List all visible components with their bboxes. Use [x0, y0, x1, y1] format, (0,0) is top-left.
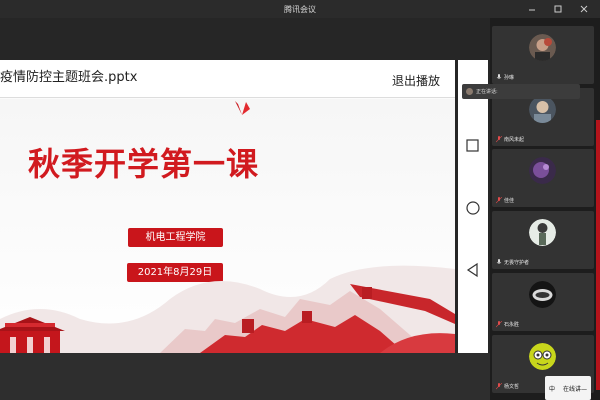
input-method-indicator[interactable]: 中 在线讲—: [545, 376, 591, 400]
participant-name: 杨文哲: [496, 383, 519, 390]
panel-edge-accent: [596, 120, 600, 390]
microphone-muted-icon: [496, 383, 502, 390]
avatar: [529, 157, 556, 184]
great-wall-illustration: [0, 265, 455, 353]
slide-header: 疫情防控主题班会.pptx 退出播放: [0, 60, 455, 98]
avatar: [529, 281, 556, 308]
maximize-icon: [554, 5, 562, 13]
balloon-decoration-icon: [235, 101, 250, 115]
bottom-bar: [0, 353, 490, 400]
window-title: 腾讯会议: [284, 5, 316, 14]
participant-name: 石永胜: [496, 321, 519, 328]
presentation-slide[interactable]: 疫情防控主题班会.pptx 退出播放 秋季开学第一课 机电工程学院 2021年8…: [0, 60, 455, 353]
participant-tile[interactable]: 佳佳: [492, 149, 594, 207]
participants-panel: 孙琳 南风未起 佳佳 无畏守护者 石永胜 杨文哲: [490, 18, 600, 400]
participant-tile[interactable]: 孙琳: [492, 26, 594, 84]
presentation-filename: 疫情防控主题班会.pptx: [0, 70, 138, 85]
circle-icon[interactable]: [465, 200, 481, 216]
participant-name: 南风未起: [496, 136, 524, 143]
window-titlebar: 腾讯会议: [0, 0, 600, 18]
close-icon: [580, 5, 588, 13]
speaker-avatar-icon: [466, 88, 473, 95]
speaking-indicator: 正在讲话:: [462, 84, 580, 99]
participant-name: 孙琳: [496, 74, 514, 81]
minimize-button[interactable]: [520, 2, 544, 16]
window-controls: [520, 2, 596, 16]
slide-main-title: 秋季开学第一课: [28, 145, 260, 183]
slide-side-controls: [458, 60, 488, 353]
participant-tile[interactable]: 无畏守护者: [492, 211, 594, 269]
avatar: [529, 219, 556, 246]
participant-name: 佳佳: [496, 197, 514, 204]
microphone-icon: [496, 74, 502, 79]
avatar: [529, 96, 556, 123]
slide-body: 秋季开学第一课 机电工程学院 2021年8月29日: [0, 99, 455, 353]
minimize-icon: [529, 9, 535, 11]
square-icon[interactable]: [465, 138, 481, 154]
microphone-muted-icon: [496, 197, 502, 204]
participant-tile[interactable]: 石永胜: [492, 273, 594, 331]
back-triangle-icon[interactable]: [465, 262, 481, 278]
exit-presentation-button[interactable]: 退出播放: [392, 72, 440, 89]
avatar: [529, 343, 556, 370]
ime-left-label: 中: [548, 385, 555, 393]
microphone-muted-icon: [496, 136, 502, 143]
close-button[interactable]: [572, 2, 596, 16]
avatar: [529, 34, 556, 61]
participant-name: 无畏守护者: [496, 259, 529, 266]
maximize-button[interactable]: [546, 2, 570, 16]
microphone-icon: [496, 259, 502, 264]
microphone-muted-icon: [496, 321, 502, 328]
ime-right-label: 在线讲—: [562, 385, 587, 393]
